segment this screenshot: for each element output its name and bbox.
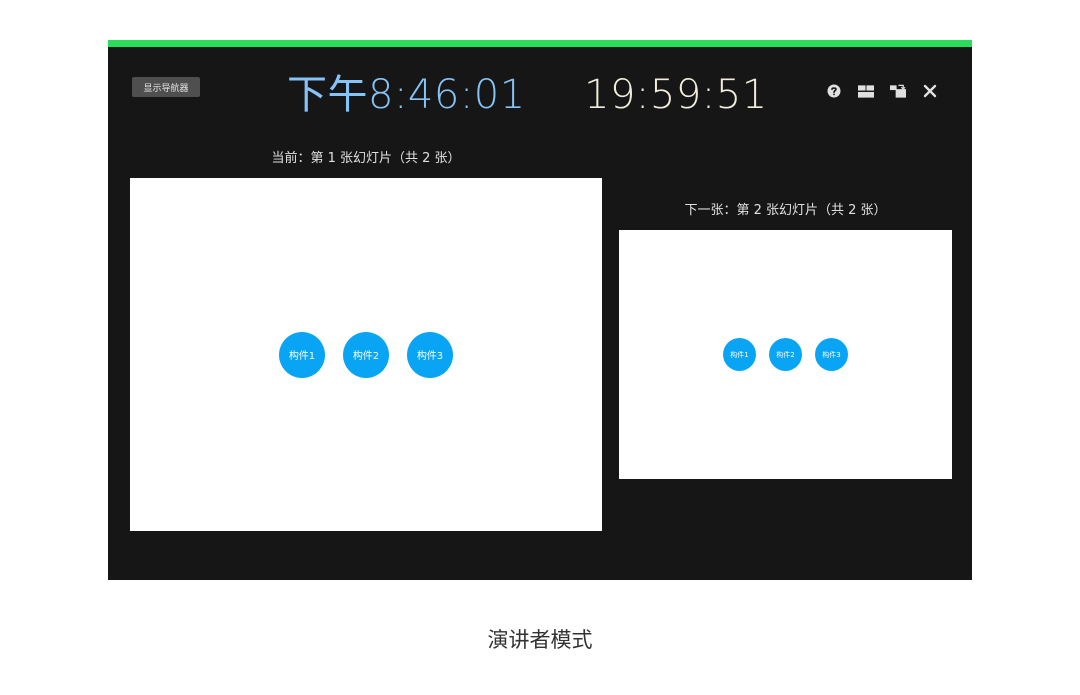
layout-icon[interactable]: [858, 83, 874, 99]
presenter-view: 显示导航器 下午8:46:01 19:59:51 当前：第 1 张幻灯片（共 2…: [108, 40, 972, 580]
help-icon[interactable]: [826, 83, 842, 99]
close-icon[interactable]: [922, 83, 938, 99]
current-slide-preview: 构件1 构件2 构件3: [130, 178, 602, 531]
elapsed-time-clock[interactable]: 19:59:51: [584, 69, 768, 121]
next-slide-label: 下一张：第 2 张幻灯片（共 2 张）: [684, 203, 887, 218]
show-navigator-button[interactable]: 显示导航器: [132, 77, 200, 97]
next-slide-preview: 构件1 构件2 构件3: [619, 230, 952, 479]
figure-caption: 演讲者模式: [487, 628, 593, 652]
component-circle: 构件2: [769, 338, 802, 371]
component-circle: 构件2: [343, 331, 389, 378]
current-time-clock: 下午8:46:01: [287, 72, 526, 118]
component-circle: 构件3: [815, 338, 848, 371]
component-circle: 构件1: [279, 331, 325, 378]
toolbar: [826, 83, 938, 99]
component-circle: 构件1: [723, 338, 756, 371]
swap-displays-icon[interactable]: [890, 83, 906, 99]
current-slide-label: 当前：第 1 张幻灯片（共 2 张）: [271, 151, 461, 166]
component-circle: 构件3: [407, 331, 453, 378]
